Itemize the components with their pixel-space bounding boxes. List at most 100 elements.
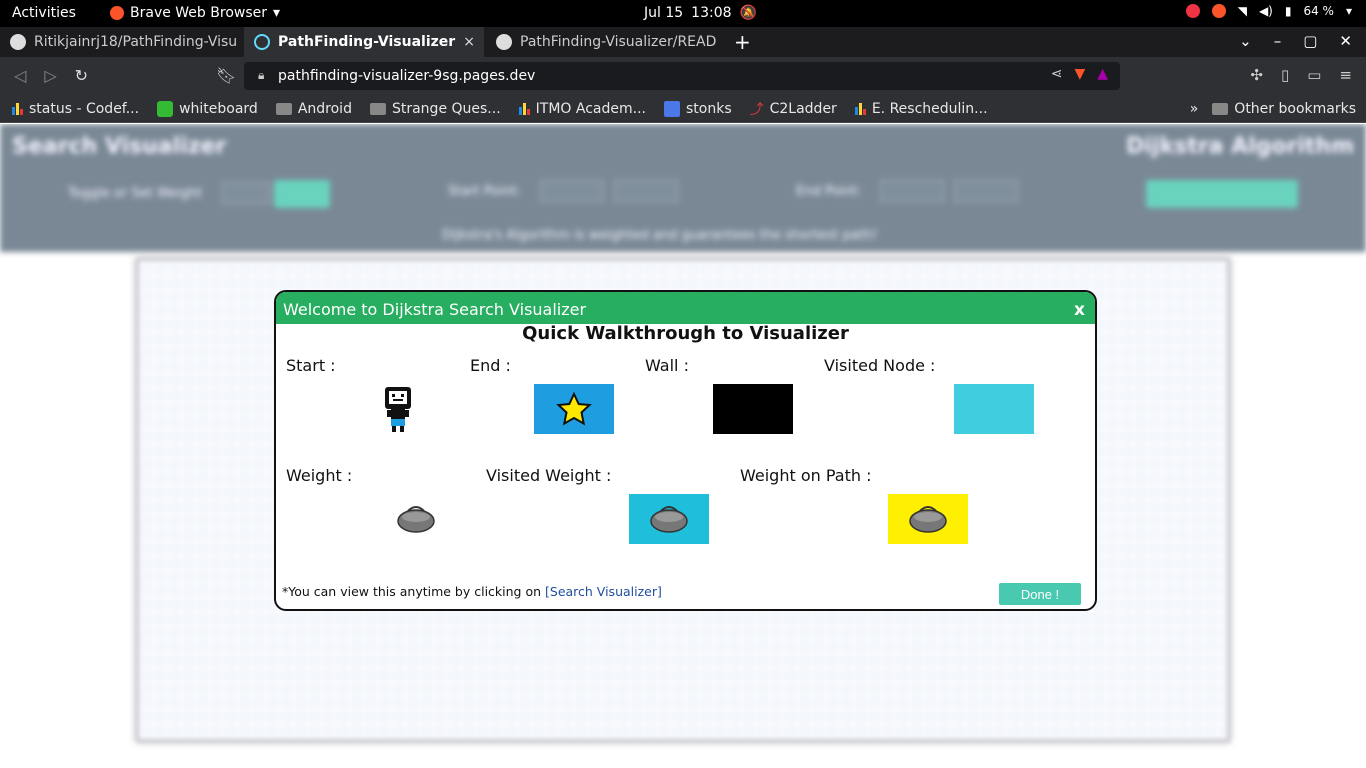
- lock-icon: 🔒︎: [258, 68, 265, 82]
- sidebar-icon[interactable]: ▯: [1281, 66, 1289, 84]
- browser-toolbar: ◁ ▷ ↻ 🔖︎ 🔒︎ pathfinding-visualizer-9sg.p…: [0, 57, 1366, 95]
- date: Jul 15: [644, 5, 684, 21]
- chrome-icon: [1185, 4, 1200, 18]
- weight-on-path-tile: [888, 494, 968, 544]
- tab-search-icon[interactable]: ⌄: [1239, 32, 1252, 50]
- modal-title: Quick Walkthrough to Visualizer: [522, 323, 849, 344]
- brave-rewards-icon[interactable]: ▲: [1097, 66, 1108, 82]
- bookmark-android[interactable]: Android: [275, 101, 352, 117]
- notifications-off-icon: 🔕: [739, 5, 757, 21]
- bookmark-icon[interactable]: 🔖︎: [216, 66, 236, 85]
- page-viewport: Search Visualizer Dijkstra Algorithm Tog…: [0, 124, 1366, 768]
- brave-tray-icon: [1211, 4, 1226, 18]
- modal-close-button[interactable]: x: [1074, 300, 1085, 320]
- wall-tile: [713, 384, 793, 434]
- weight-on-path-label: Weight on Path :: [740, 466, 872, 485]
- bookmark-status-codeforces[interactable]: status - Codef...: [12, 101, 139, 117]
- system-tray[interactable]: ◥ ◀) ▮ 64 % ▾: [1185, 4, 1352, 18]
- bookmark-label: Other bookmarks: [1234, 100, 1356, 117]
- bookmarks-bar: status - Codef... whiteboard Android Str…: [0, 95, 1366, 123]
- visited-node-tile: [954, 384, 1034, 434]
- modal-header-text: Welcome to Dijkstra Search Visualizer: [283, 300, 587, 319]
- close-window-icon[interactable]: ✕: [1339, 32, 1352, 50]
- chart-icon: ⤴: [749, 101, 764, 118]
- bookmark-whiteboard[interactable]: whiteboard: [157, 100, 258, 117]
- bar-chart-icon: [518, 102, 530, 115]
- tab-label: PathFinding-Visualizer/READ: [520, 34, 717, 50]
- walkthrough-modal: Welcome to Dijkstra Search Visualizer x …: [274, 290, 1097, 611]
- folder-icon: [275, 102, 292, 115]
- whiteboard-icon: [157, 100, 174, 117]
- system-top-bar: Activities Brave Web Browser ▾ Jul 15 13…: [0, 0, 1366, 27]
- minimize-icon[interactable]: –: [1274, 32, 1282, 50]
- bar-chart-icon: [12, 102, 23, 115]
- bookmark-label: Strange Ques...: [391, 100, 501, 117]
- window-controls: ⌄ – ▢ ✕: [1239, 32, 1352, 50]
- maximize-icon[interactable]: ▢: [1303, 32, 1317, 50]
- bookmark-strange-questions[interactable]: Strange Ques...: [369, 100, 501, 117]
- folder-icon: [369, 102, 386, 115]
- end-label: End :: [470, 356, 511, 375]
- new-tab-button[interactable]: +: [734, 30, 751, 54]
- weight-icon: [650, 506, 688, 533]
- search-visualizer-link[interactable]: [Search Visualizer]: [545, 584, 662, 599]
- share-icon[interactable]: ⋖: [1051, 66, 1063, 82]
- footer-text: *You can view this anytime by clicking o…: [282, 584, 546, 599]
- modal-footer-note: *You can view this anytime by clicking o…: [282, 584, 662, 599]
- end-tile: [534, 384, 614, 434]
- reload-icon[interactable]: ↻: [75, 66, 88, 85]
- bookmark-rescheduling[interactable]: E. Reschedulin...: [854, 100, 988, 117]
- address-bar[interactable]: 🔒︎ pathfinding-visualizer-9sg.pages.dev …: [244, 62, 1120, 90]
- forward-icon[interactable]: ▷: [44, 66, 56, 85]
- bookmarks-overflow-button[interactable]: »: [1190, 101, 1199, 117]
- brave-shields-icon[interactable]: ▼: [1074, 66, 1085, 82]
- power-menu-icon: ▾: [1345, 4, 1352, 18]
- tab-pathfinding-visualizer[interactable]: PathFinding-Visualizer ×: [244, 27, 484, 57]
- other-bookmarks[interactable]: Other bookmarks: [1212, 101, 1356, 117]
- wall-label: Wall :: [645, 356, 689, 375]
- bookmark-itmo-academy[interactable]: ITMO Academ...: [518, 100, 646, 117]
- bar-chart-icon: [854, 102, 866, 115]
- menu-icon[interactable]: ≡: [1339, 66, 1352, 84]
- tab-label: PathFinding-Visualizer: [278, 34, 456, 50]
- bookmark-label: whiteboard: [179, 100, 258, 117]
- app-menu[interactable]: Brave Web Browser ▾: [110, 5, 280, 21]
- bookmark-label: ITMO Academ...: [535, 100, 646, 117]
- star-icon: [556, 391, 592, 426]
- extensions-icon[interactable]: ✣: [1250, 66, 1263, 84]
- tab-readme[interactable]: PathFinding-Visualizer/READ: [486, 27, 722, 57]
- wifi-icon: ◥: [1237, 4, 1247, 18]
- visited-weight-label: Visited Weight :: [486, 466, 612, 485]
- tab-github-repo[interactable]: Ritikjainrj18/PathFinding-Visu: [0, 27, 242, 57]
- visited-weight-tile: [629, 494, 709, 544]
- robot-start-icon: [385, 387, 411, 432]
- battery-icon: ▮: [1284, 4, 1292, 18]
- modal-header: Welcome to Dijkstra Search Visualizer x: [276, 292, 1095, 324]
- wallet-icon[interactable]: ▭: [1307, 66, 1321, 84]
- bookmark-label: status - Codef...: [29, 100, 140, 117]
- visited-node-label: Visited Node :: [824, 356, 936, 375]
- bookmark-label: E. Reschedulin...: [871, 100, 988, 117]
- doc-icon: [663, 100, 680, 117]
- github-icon: [10, 34, 26, 50]
- brave-icon: [110, 6, 124, 20]
- bookmark-c2ladder[interactable]: ⤴ C2Ladder: [750, 99, 837, 119]
- volume-icon: ◀): [1258, 4, 1273, 18]
- weight-icon: [909, 506, 947, 533]
- github-icon: [496, 34, 512, 50]
- time: 13:08: [691, 5, 732, 21]
- url-text: pathfinding-visualizer-9sg.pages.dev: [278, 68, 536, 84]
- bookmark-label: stonks: [685, 100, 732, 117]
- app-name: Brave Web Browser: [130, 5, 267, 21]
- clock[interactable]: Jul 15 13:08 🔕: [644, 5, 757, 21]
- done-button[interactable]: Done !: [999, 583, 1081, 605]
- battery-level: 64 %: [1303, 4, 1334, 18]
- bookmark-stonks[interactable]: stonks: [663, 100, 732, 117]
- react-icon: [254, 34, 270, 50]
- back-icon[interactable]: ◁: [14, 66, 26, 85]
- activities-button[interactable]: Activities: [12, 5, 76, 21]
- bookmark-label: C2Ladder: [769, 100, 837, 117]
- weight-icon: [397, 506, 435, 533]
- close-tab-icon[interactable]: ×: [463, 34, 475, 50]
- start-label: Start :: [286, 356, 336, 375]
